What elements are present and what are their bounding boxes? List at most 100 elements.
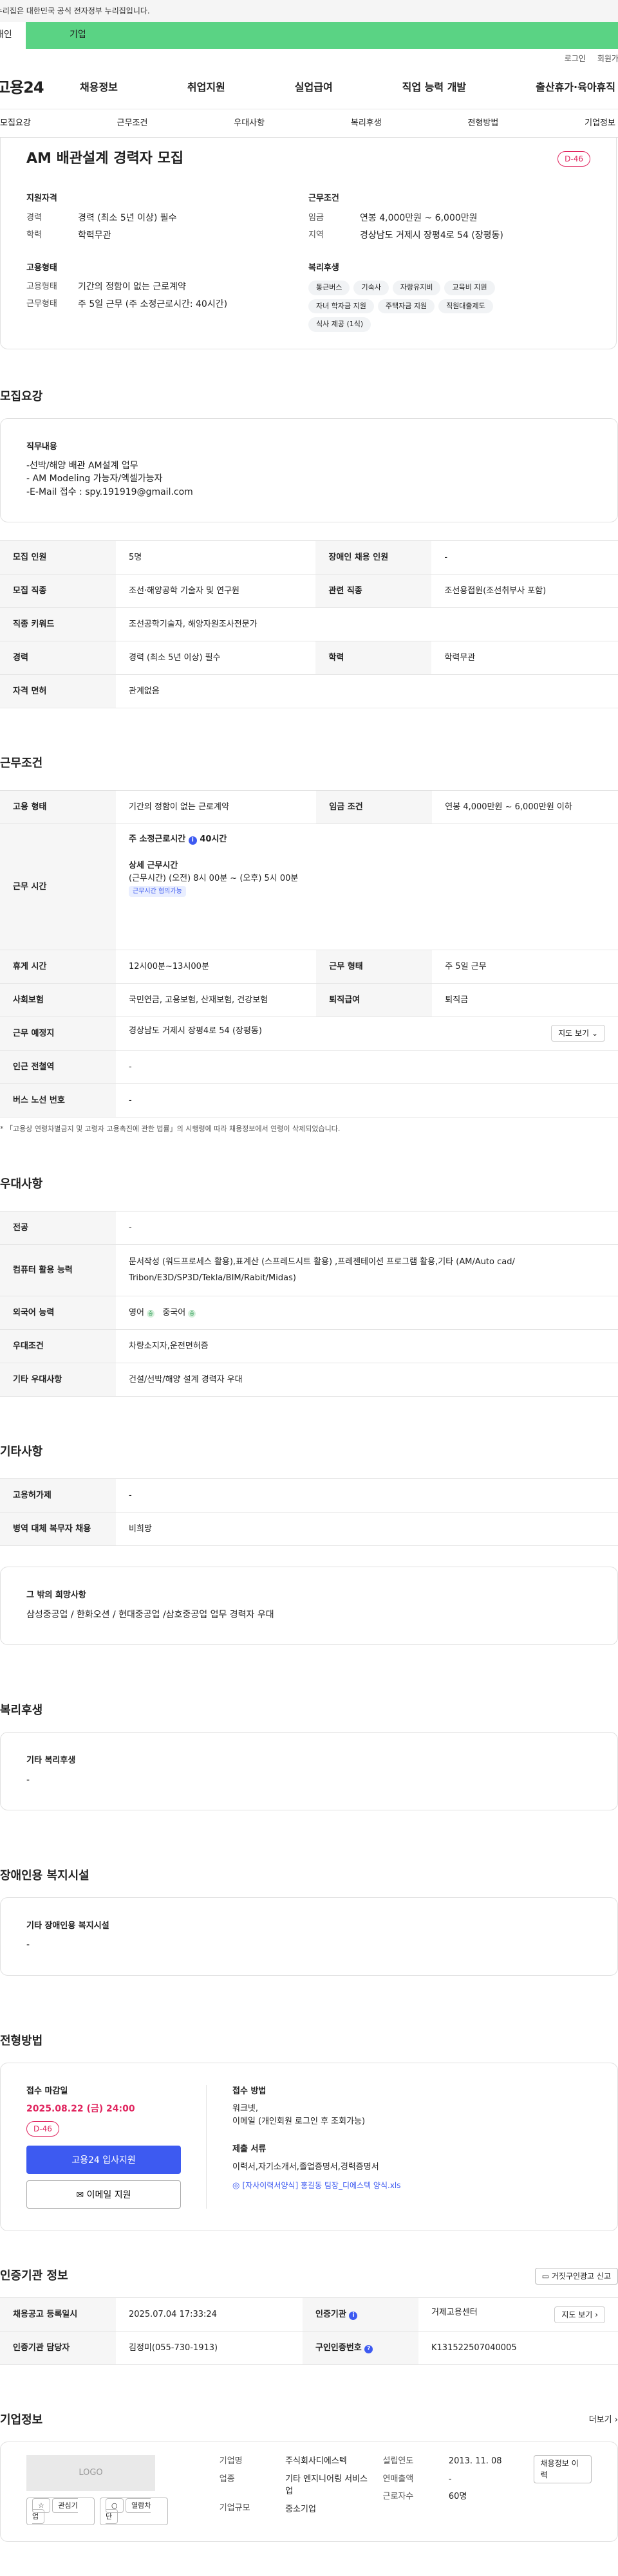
info-icon[interactable]: i: [349, 2312, 358, 2321]
cell-label: 채용공고 등록일시: [0, 2297, 116, 2332]
age-note: * 「고용상 연령차별금지 및 고령자 고용촉진에 관한 법률」의 시행령에 따…: [0, 1124, 341, 1133]
emp-heading: 고용형태: [26, 262, 57, 273]
gnb-item-leave[interactable]: 출산휴가·육아휴직: [536, 80, 615, 95]
attachment-icon: ◎: [232, 2181, 240, 2191]
lang-chinese: 중국어: [162, 1308, 186, 1318]
docs-value: 이력서,자기소개서,졸업증명서,경력증명서: [232, 2162, 379, 2172]
cell-label: 외국어 능력: [0, 1296, 116, 1330]
hours-value: 40시간: [200, 834, 227, 844]
dday-badge: D-46: [557, 151, 590, 167]
table-row: 근무 시간 주 소정근로시간 i 40시간 상세 근무시간 (근무시간) (오전…: [0, 823, 618, 950]
info-icon[interactable]: i: [188, 836, 197, 845]
lang-cell: 영어 중 중국어 중: [116, 1296, 618, 1330]
signup-link[interactable]: 회원가입: [597, 53, 618, 66]
cond-heading: 근무조건: [308, 194, 339, 203]
company-name-label: 기업명: [219, 2456, 243, 2467]
hours-cell: 주 소정근로시간 i 40시간 상세 근무시간 (근무시간) (오전) 8시 0…: [116, 823, 618, 950]
member-tabs: 개인 기업: [0, 22, 618, 49]
table-row: 채용공고 등록일시 2025.07.04 17:33:24 인증기관 i 거제고…: [0, 2297, 618, 2332]
subnav-work[interactable]: 근무조건: [117, 117, 148, 130]
favorite-button[interactable]: ☆ 관심기업: [26, 2498, 95, 2526]
welfare-chip: 주택자금 지원: [377, 299, 435, 313]
cell-value: 문서작성 (워드프로세스 활용),표계산 (스프레드시트 활용) ,프레젠테이션…: [116, 1244, 618, 1297]
welfare-heading: 복리후생: [308, 262, 339, 273]
gnb-item-support[interactable]: 취업지원: [187, 80, 225, 95]
site-logo[interactable]: 고용24: [0, 76, 67, 99]
duty-heading: 직무내용: [26, 441, 57, 452]
subnav-recruit[interactable]: 모집요강: [0, 117, 31, 130]
cell-value: 조선용접원(조선취부사 포함): [431, 574, 618, 608]
wage-label: 임금: [308, 212, 324, 223]
method-line: 워크넷,: [232, 2104, 259, 2114]
hope-box: 그 밖의 희망사항 삼성중공업 / 한화오션 / 현대중공업 /삼호중공업 업무…: [0, 1567, 618, 1646]
section-title-work: 근무조건: [0, 756, 43, 770]
report-button[interactable]: ▭ 거짓구인광고 신고: [534, 2267, 618, 2285]
org-value: 거제고용센터: [431, 2307, 478, 2317]
tab-individual[interactable]: 개인: [0, 22, 26, 49]
cell-value: -: [431, 540, 618, 575]
hours-main: 주 소정근로시간: [129, 834, 186, 844]
history-button[interactable]: 채용정보 이력: [533, 2455, 592, 2484]
table-row: 모집 직종 조선·해양공학 기술자 및 연구원 관련 직종 조선용접원(조선취부…: [0, 574, 618, 608]
cell-label: 모집 직종: [0, 574, 116, 608]
method-heading: 접수 방법: [232, 2086, 267, 2096]
cell-label: 병역 대체 복무자 채용: [0, 1512, 116, 1547]
cell-value: K131522507040005: [418, 2331, 618, 2366]
tab-business[interactable]: 기업: [26, 22, 618, 49]
docs-heading: 제출 서류: [232, 2144, 267, 2155]
email-apply-button[interactable]: ✉ 이메일 지원: [26, 2180, 181, 2209]
hours-badge: 근무시간 협의가능: [129, 886, 186, 897]
cell-value: -: [116, 1050, 618, 1084]
condition-summary: 근무조건 임금 연봉 4,000만원 ~ 6,000만원 지역 경상남도 거제시 장…: [308, 192, 590, 332]
map-button[interactable]: 지도 보기 ›: [554, 2306, 605, 2323]
table-row: 모집 인원 5명 장애인 채용 인원 -: [0, 540, 618, 575]
subnav-select[interactable]: 전형방법: [468, 117, 499, 130]
table-row: 경력 경력 (최소 5년 이상) 필수 학력 학력무관: [0, 641, 618, 675]
cell-label: 학력: [315, 641, 432, 675]
subnav-welfare[interactable]: 복리후생: [351, 117, 382, 130]
cell-value: 조선·해양공학 기술자 및 연구원: [116, 574, 316, 608]
map-button[interactable]: 지도 보기 ⌄: [551, 1025, 605, 1042]
cell-value: 퇴직금: [432, 983, 618, 1017]
cell-value: 연봉 4,000만원 ~ 6,000만원 이하: [432, 790, 618, 824]
gnb-item-training[interactable]: 직업 능력 개발: [402, 80, 466, 95]
login-link[interactable]: 로그인: [565, 53, 586, 66]
info-icon[interactable]: ?: [364, 2345, 373, 2354]
gov-banner: 이 누리집은 대한민국 공식 전자정부 누리집입니다.: [0, 0, 618, 22]
subnav-pref[interactable]: 우대사항: [234, 117, 265, 130]
gnb-item-benefit[interactable]: 실업급여: [295, 80, 333, 95]
location-cell: 경상남도 거제시 장평4로 54 (장평동) 지도 보기 ⌄: [116, 1017, 618, 1051]
pref-table: 전공 - 컴퓨터 활용 능력 문서작성 (워드프로세스 활용),표계산 (스프레…: [0, 1211, 618, 1397]
cell-label: 사회보험: [0, 983, 116, 1017]
deadline-heading: 접수 마감일: [26, 2086, 68, 2096]
attachment-link[interactable]: [자사이력서양식] 홍길동 팀장_디에스텍 양식.xls: [242, 2181, 400, 2190]
cell-value: 국민연금, 고용보험, 산재보험, 건강보험: [116, 983, 317, 1017]
cell-label: 기타 우대사항: [0, 1363, 116, 1397]
block-button[interactable]: ○ 열람차단: [100, 2498, 168, 2526]
welfare-chip: 통근버스: [308, 281, 350, 295]
table-row: 외국어 능력 영어 중 중국어 중: [0, 1296, 618, 1330]
mail-icon: ✉: [76, 2190, 84, 2201]
est-label: 설립연도: [382, 2456, 414, 2467]
subnav-company[interactable]: 기업정보: [585, 117, 615, 130]
disab-box-heading: 기타 장애인용 복지시설: [26, 1920, 109, 1931]
worktype-value: 주 5일 근무 (주 소정근로시간: 40시간): [78, 299, 228, 309]
section-title-welfare: 복리후생: [0, 1704, 43, 1718]
cell-value: 5명: [116, 540, 316, 575]
cell-label: 경력: [0, 641, 116, 675]
disab-box-value: -: [26, 1940, 30, 1951]
table-row: 자격 면허 관계없음: [0, 674, 618, 708]
dday-badge: D-46: [26, 2121, 59, 2137]
cell-value: 학력무관: [431, 641, 618, 675]
apply-button[interactable]: 고용24 입사지원: [26, 2146, 181, 2175]
cell-label: 인증기관 i: [303, 2297, 418, 2332]
more-link[interactable]: 더보기 ›: [589, 2414, 618, 2427]
welfare-chip: 자녀 학자금 지원: [308, 299, 374, 313]
chevron-right-icon: ›: [595, 2310, 598, 2319]
work-table: 고용 형태 기간의 정함이 없는 근로계약 임금 조건 연봉 4,000만원 ~…: [0, 789, 618, 1118]
welfare-chip: 직원대출제도: [438, 299, 493, 313]
cell-value: 비희망: [116, 1512, 618, 1547]
cell-label: 근무 형태: [316, 950, 433, 984]
cell-value: 주 5일 근무: [432, 950, 618, 984]
gnb-item-jobs[interactable]: 채용정보: [80, 80, 118, 95]
